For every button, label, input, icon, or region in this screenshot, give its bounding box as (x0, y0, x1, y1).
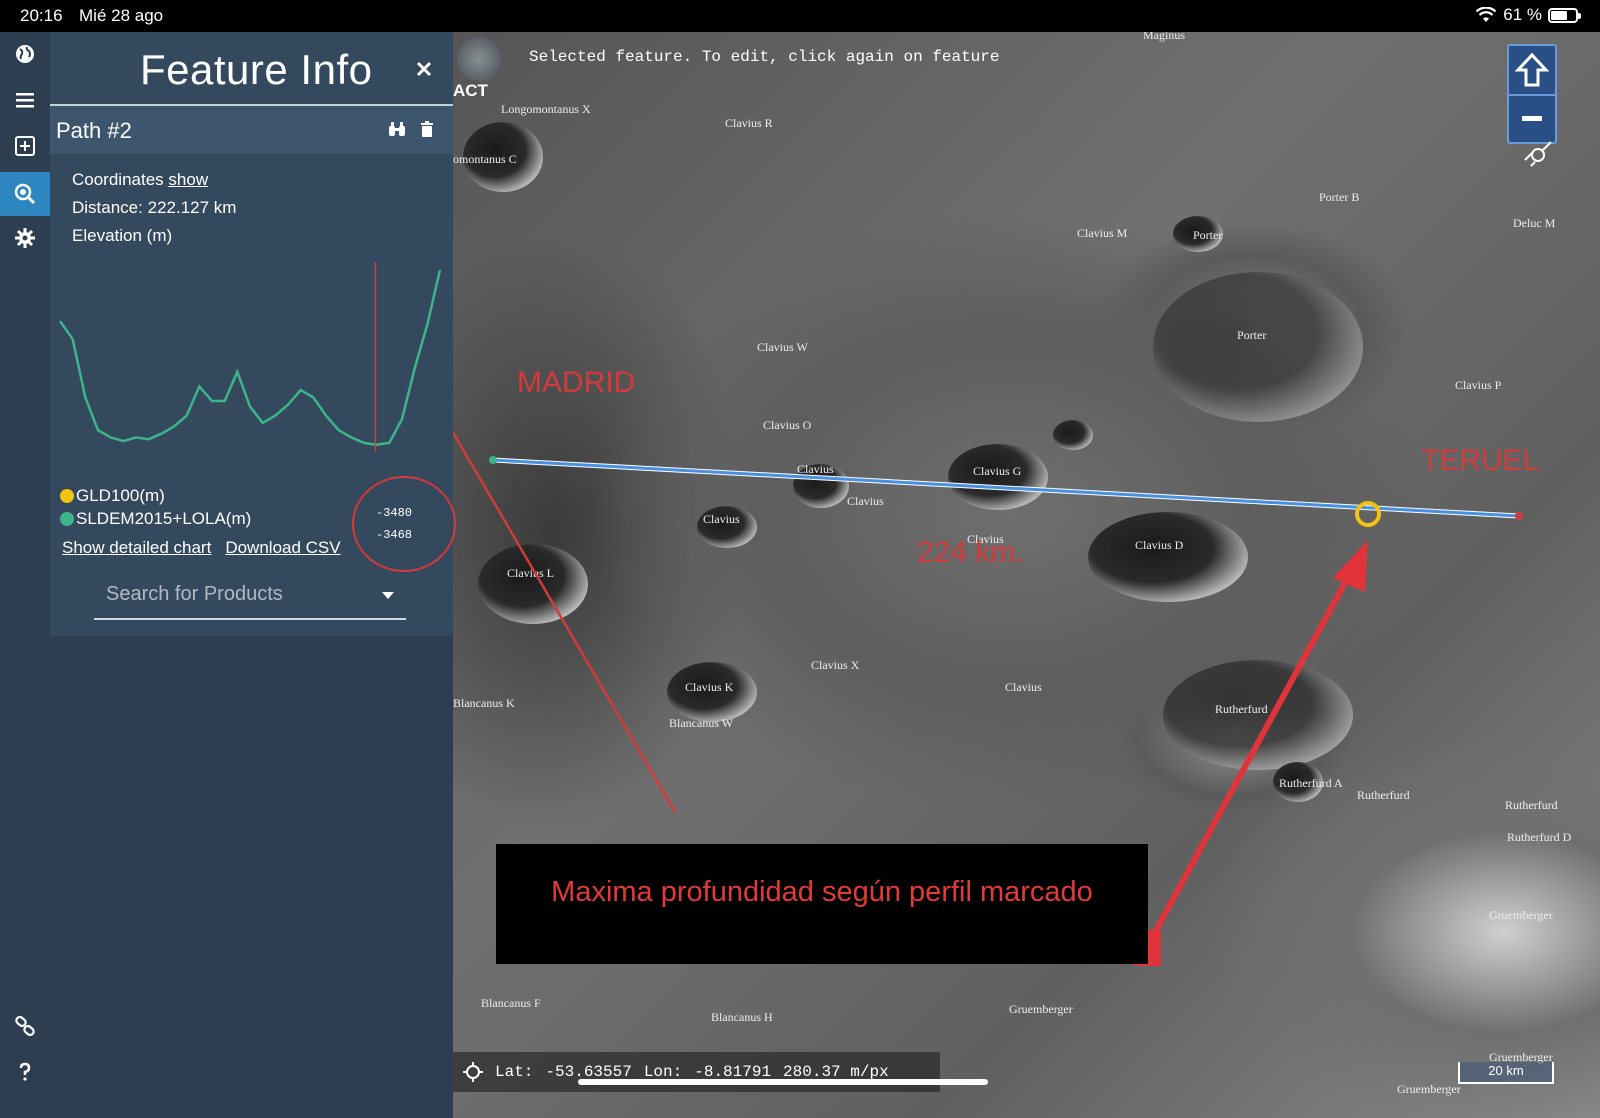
path-details: Coordinates show Distance: 222.127 km El… (72, 166, 236, 250)
panel-background (50, 636, 453, 1118)
zoom-control (1507, 44, 1557, 144)
globe-icon (16, 45, 34, 63)
home-indicator[interactable] (578, 1079, 988, 1085)
menu-icon (16, 93, 34, 108)
menu-button[interactable] (0, 78, 50, 122)
search-map-icon (14, 183, 36, 205)
zoom-out-button[interactable] (1509, 94, 1555, 142)
status-date: Mié 28 ago (79, 6, 164, 25)
profile-series-line (58, 269, 442, 446)
add-layer-icon (15, 136, 35, 156)
arrow-head (1333, 540, 1368, 592)
show-detailed-chart-link[interactable]: Show detailed chart (62, 538, 211, 558)
chart-links: Show detailed chart Download CSV (62, 538, 341, 558)
compass-icon[interactable] (1523, 140, 1553, 170)
path-name: Path #2 (56, 118, 132, 143)
home-button[interactable] (1509, 46, 1555, 94)
status-time: 20:16 (20, 6, 63, 25)
help-button[interactable] (0, 1050, 50, 1094)
annotation-circle (352, 476, 456, 572)
coordinates-label: Coordinates (72, 170, 164, 189)
elevation-profile-chart[interactable] (58, 262, 444, 462)
legend-item-sldem[interactable]: SLDEM2015+LOLA(m) (60, 507, 251, 530)
settings-icon (15, 228, 35, 248)
annotation-text: Maxima profundidad según perfil marcado (551, 876, 1093, 908)
zoom-out-icon (1522, 116, 1542, 121)
product-search (94, 572, 406, 620)
settings-button[interactable] (0, 216, 50, 260)
battery-percent: 61 % (1503, 5, 1542, 24)
legend-label: SLDEM2015+LOLA(m) (76, 509, 252, 528)
distance-label: Distance: (72, 198, 143, 217)
distance-value: 222.127 km (147, 198, 237, 217)
coordinate-readout: Lat: -53.63557 Lon: -8.81791 280.37 m/px (453, 1052, 940, 1092)
legend-dot (60, 511, 74, 526)
elevation-label: Elevation (m) (72, 226, 173, 245)
coordinates-show-link[interactable]: show (168, 170, 208, 189)
trash-icon[interactable] (418, 120, 436, 138)
close-panel-button[interactable] (416, 52, 432, 84)
download-csv-link[interactable]: Download CSV (225, 538, 340, 558)
chevron-down-icon[interactable] (382, 592, 394, 599)
panel-title: Feature Info (140, 46, 373, 93)
annotation-distance: 224 km. (917, 536, 1024, 569)
close-icon (416, 61, 432, 77)
annotation-madrid: MADRID (517, 366, 636, 399)
link-button[interactable] (0, 1004, 50, 1048)
status-bar: 20:16 Mié 28 ago 61 % (0, 0, 1600, 32)
crosshair-icon[interactable] (463, 1062, 483, 1082)
annotation-teruel: TERUEL (1421, 444, 1540, 477)
legend-item-gld100[interactable]: GLD100(m) (60, 484, 251, 507)
legend-dot (60, 488, 74, 503)
path-start-marker (489, 456, 497, 464)
binoculars-icon[interactable] (388, 120, 406, 138)
path-header: Path #2 (50, 106, 453, 154)
map-view[interactable]: ACT Selected feature. To edit, click aga… (453, 32, 1600, 1118)
chart-legend: GLD100(m) SLDEM2015+LOLA(m) (60, 484, 251, 530)
help-icon (19, 1062, 31, 1081)
add-layer-button[interactable] (0, 124, 50, 168)
product-search-input[interactable] (94, 572, 354, 616)
feature-info-button[interactable] (0, 172, 50, 216)
lat-label: Lat: (495, 1063, 534, 1081)
annotation-arrow-to-chart (453, 430, 677, 813)
annotation-arrow-to-marker (1150, 566, 1356, 938)
link-icon (15, 1015, 35, 1037)
home-icon (1515, 52, 1549, 87)
annotation-box: Maxima profundidad según perfil marcado (496, 844, 1148, 964)
wifi-icon (1475, 7, 1497, 22)
feature-info-panel: Feature Info Path #2 Coordinates show Di… (50, 32, 456, 636)
path-end-marker (1515, 512, 1523, 520)
legend-label: GLD100(m) (76, 486, 165, 505)
globe-button[interactable] (0, 32, 50, 76)
path-line (492, 458, 1520, 518)
scale-bar: 20 km (1458, 1062, 1554, 1084)
left-toolbar (0, 32, 50, 1118)
battery-icon (1548, 7, 1581, 23)
